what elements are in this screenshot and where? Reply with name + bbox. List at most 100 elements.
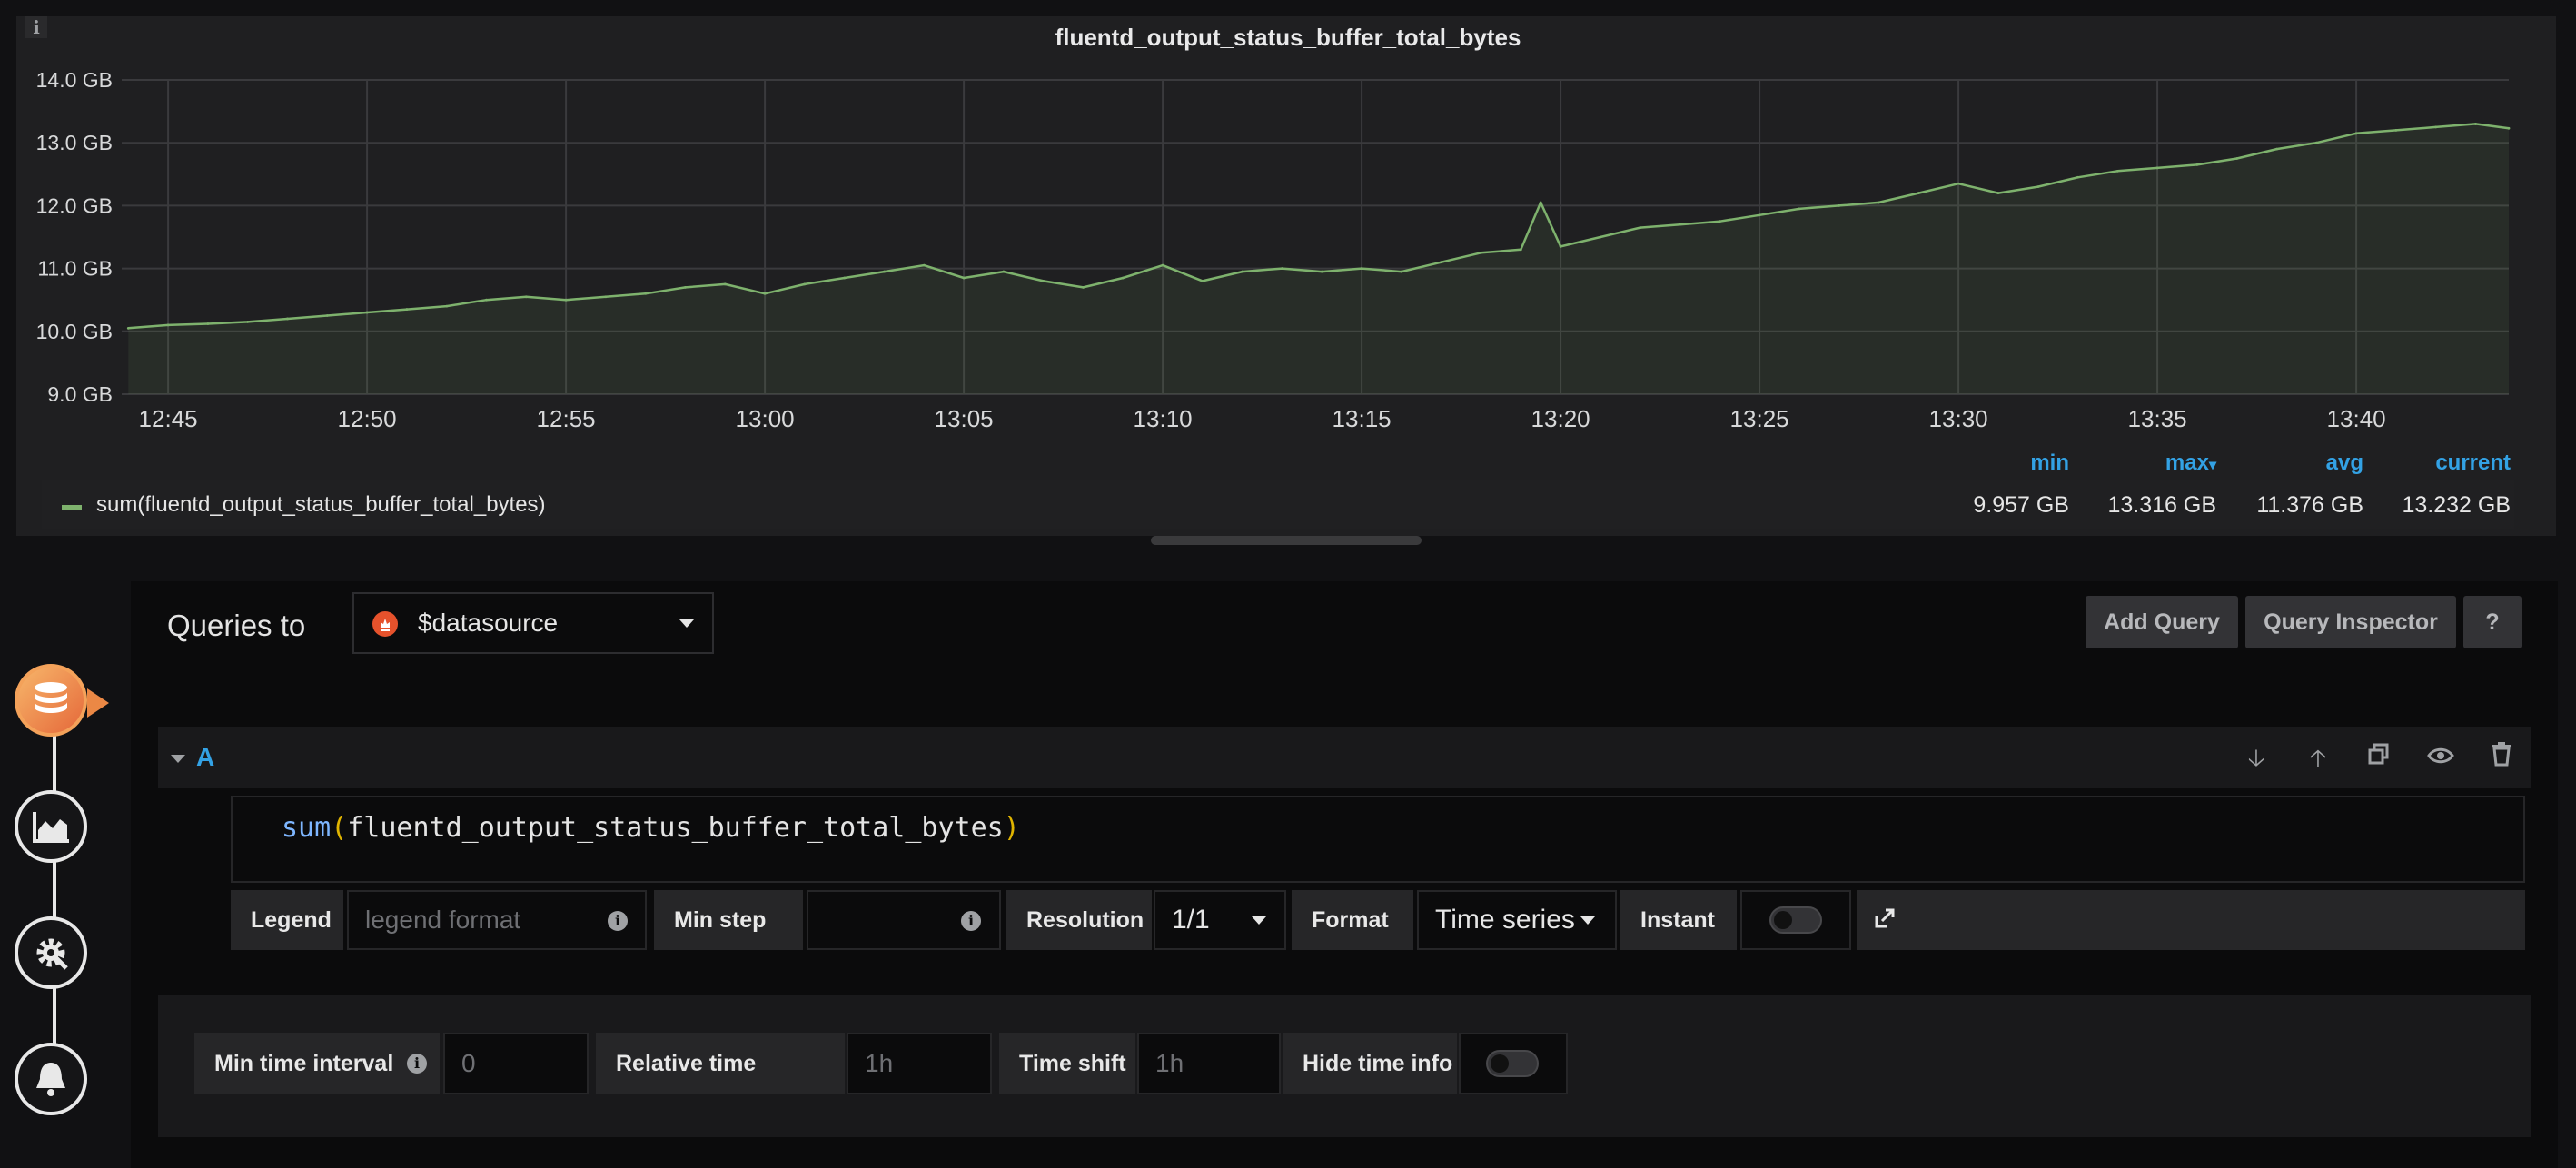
legend-header-current[interactable]: current [2389, 450, 2511, 476]
query-metric: fluentd_output_status_buffer_total_bytes [347, 812, 1004, 844]
chevron-down-icon [679, 619, 694, 628]
data-point [1281, 267, 1283, 270]
data-point [325, 314, 329, 317]
data-point [2434, 125, 2438, 129]
data-point [1917, 192, 1920, 194]
legend-header-min[interactable]: min [1962, 450, 2069, 476]
close-paren: ) [1003, 812, 1020, 844]
query-expression[interactable]: sum(fluentd_output_status_buffer_total_b… [282, 812, 1020, 844]
x-tick-label: 13:05 [935, 405, 994, 432]
bell-icon [36, 1063, 65, 1096]
sidebar-active-pointer [87, 688, 109, 718]
chevron-down-icon [1252, 916, 1266, 925]
data-point [126, 326, 130, 330]
trash-icon[interactable] [2485, 741, 2518, 774]
data-point [1121, 276, 1125, 280]
data-point [1599, 235, 1602, 239]
x-tick-label: 13:15 [1333, 405, 1392, 432]
data-point [1360, 267, 1363, 270]
x-tick-label: 13:10 [1134, 405, 1193, 432]
move-up-icon[interactable]: 🡡 [2302, 741, 2334, 774]
min-time-interval-info-icon[interactable]: i [407, 1054, 427, 1074]
legend-info-icon[interactable]: i [608, 911, 628, 931]
data-point [365, 311, 369, 314]
data-point [2394, 128, 2398, 132]
legend-header-avg[interactable]: avg [2271, 450, 2363, 476]
x-tick-label: 12:55 [537, 405, 596, 432]
relative-time-label: Relative time [596, 1033, 845, 1094]
chevron-down-icon [1580, 916, 1595, 925]
query-inspector-button[interactable]: Query Inspector [2245, 596, 2456, 648]
sidebar-item-general[interactable] [15, 916, 87, 989]
data-point [843, 276, 847, 280]
data-point [2507, 126, 2511, 130]
min-step-label: Min step [654, 890, 803, 950]
x-tick-label: 13:35 [2128, 405, 2187, 432]
legend-color-swatch[interactable] [62, 505, 82, 510]
legend-value-current: 13.232 GB [2402, 492, 2511, 518]
add-query-button[interactable]: Add Query [2086, 596, 2238, 648]
data-point [1838, 204, 1841, 207]
data-point [1440, 261, 1443, 264]
legend-header-max[interactable]: max▾ [2122, 450, 2216, 476]
data-point [922, 263, 926, 267]
min-time-interval-input[interactable]: 0 [443, 1033, 589, 1094]
sidebar-item-alert[interactable] [15, 1043, 87, 1115]
eye-icon[interactable] [2424, 741, 2457, 774]
move-down-icon[interactable]: 🡣 [2240, 741, 2273, 774]
time-shift-input[interactable]: 1h [1137, 1033, 1281, 1094]
legend-series-name[interactable]: sum(fluentd_output_status_buffer_total_b… [96, 492, 546, 518]
sidebar-item-queries[interactable] [15, 664, 87, 737]
data-point [166, 323, 170, 327]
data-point [604, 295, 608, 299]
hide-time-info-toggle[interactable] [1486, 1050, 1539, 1077]
x-axis: 12:45 12:50 12:55 13:00 13:05 13:10 13:15 13:20… [139, 405, 2386, 432]
data-point [1798, 207, 1801, 211]
y-tick-label: 10.0 GB [36, 320, 113, 343]
min-step-info-icon[interactable]: i [961, 911, 981, 931]
x-tick-label: 12:45 [139, 405, 198, 432]
data-point [1241, 270, 1244, 273]
time-shift-label: Time shift [999, 1033, 1135, 1094]
data-point [405, 308, 409, 311]
data-point [2235, 157, 2239, 160]
data-point [2354, 132, 2358, 135]
data-point [1957, 182, 1960, 185]
data-point [445, 304, 449, 308]
y-tick-label: 14.0 GB [36, 68, 113, 92]
legend-header-max-label: max [2165, 450, 2209, 475]
resolution-select[interactable]: 1/1 [1154, 890, 1286, 950]
data-point [1082, 285, 1085, 289]
x-tick-label: 13:40 [2327, 405, 2386, 432]
data-point [1639, 226, 1642, 230]
relative-time-input[interactable]: 1h [847, 1033, 992, 1094]
data-point [1679, 223, 1681, 226]
collapse-caret-icon[interactable] [171, 755, 185, 763]
data-point [644, 292, 648, 295]
legend-value-min: 9.957 GB [1973, 492, 2069, 518]
legend-format-input[interactable]: legend format [347, 890, 647, 950]
sidebar-item-visualization[interactable] [15, 790, 87, 863]
duplicate-icon[interactable] [2363, 741, 2395, 774]
data-point [2115, 169, 2119, 173]
query-ref-id[interactable]: A [196, 743, 214, 772]
format-value: Time series [1435, 905, 1575, 935]
data-point [2275, 147, 2278, 151]
queries-to-label: Queries to [167, 609, 306, 642]
data-point [524, 295, 528, 299]
query-row-filler [1857, 890, 2525, 950]
data-point [1718, 220, 1721, 223]
x-tick-label: 13:30 [1929, 405, 1988, 432]
legend-label: Legend [231, 890, 343, 950]
query-function: sum [282, 812, 332, 844]
prometheus-icon [372, 611, 398, 637]
instant-toggle[interactable] [1769, 906, 1822, 934]
x-tick-label: 13:20 [1531, 405, 1590, 432]
help-button[interactable]: ? [2463, 596, 2522, 648]
external-link-icon[interactable] [1873, 906, 1900, 934]
data-point [2155, 166, 2159, 170]
x-tick-label: 13:00 [736, 405, 795, 432]
data-point [1400, 270, 1403, 273]
series-area-0 [128, 124, 2509, 394]
panel-resize-handle[interactable] [1151, 536, 1422, 545]
